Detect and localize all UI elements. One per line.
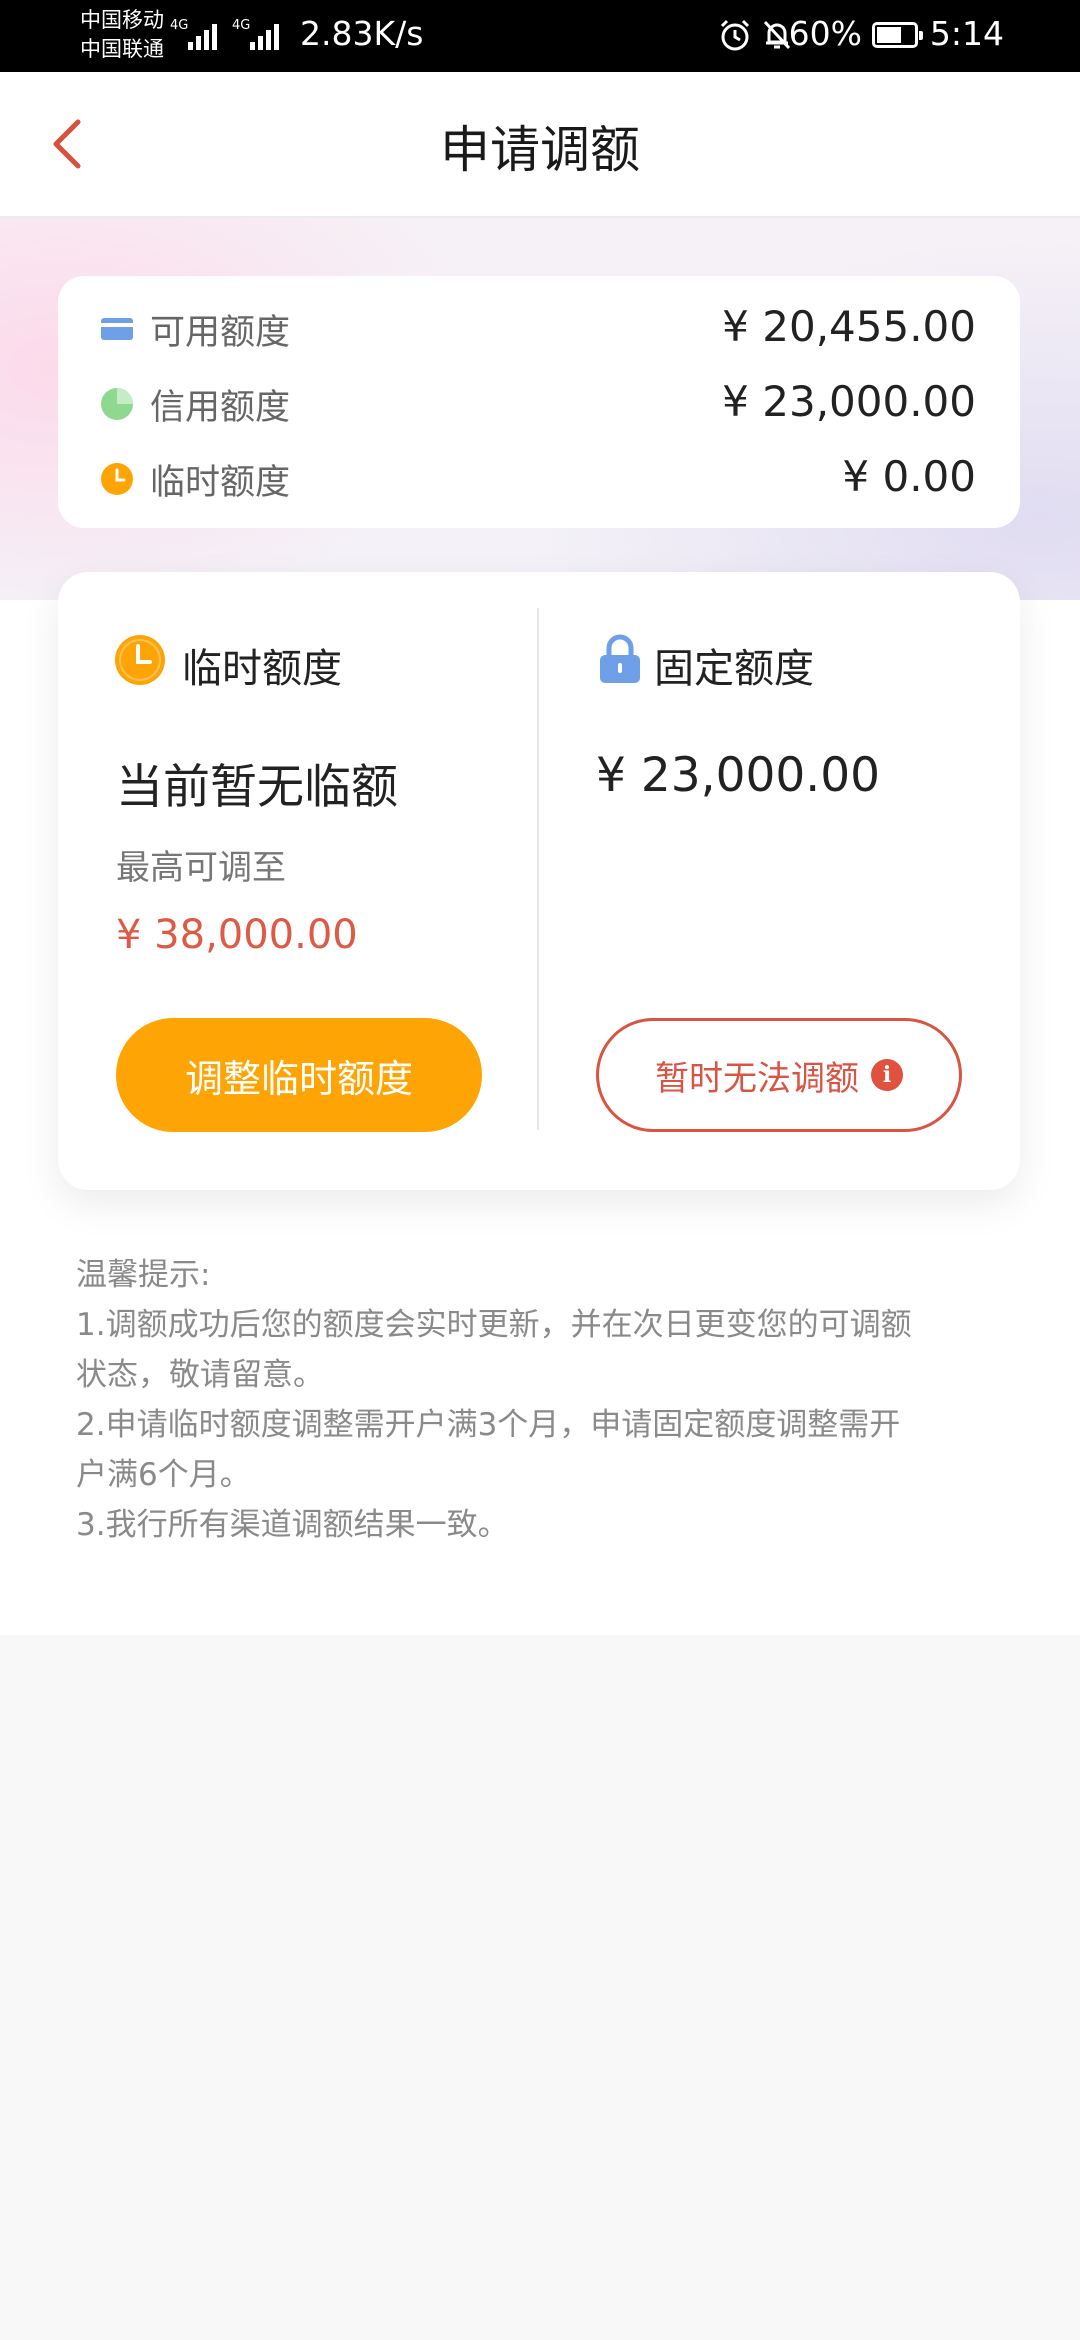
- summary-row-credit: 信用额度 ¥ 23,000.00: [58, 373, 1020, 433]
- summary-label: 可用额度: [150, 313, 291, 353]
- column-divider: [537, 608, 539, 1130]
- summary-label: 信用额度: [150, 388, 291, 428]
- status-bar: 中国移动 中国联通 4G 4G 2.83K/s 60% 5:14: [0, 0, 1080, 72]
- clock-time: 5:14: [929, 14, 1004, 53]
- fixed-limit-title: 固定额度: [654, 646, 814, 692]
- max-adjust-value: ¥ 38,000.00: [116, 912, 358, 958]
- alarm-icon: [720, 19, 750, 51]
- tip-line: 户满6个月。: [76, 1457, 251, 1493]
- battery-percent: 60%: [788, 14, 862, 53]
- clock-icon: [115, 635, 165, 685]
- page-title: 申请调额: [440, 121, 640, 179]
- adjust-limit-card: 临时额度 当前暂无临额 最高可调至 ¥ 38,000.00 调整临时额度 固定额…: [58, 572, 1020, 1190]
- credit-summary-card: 可用额度 ¥ 20,455.00 信用额度 ¥ 23,000.00 临时额度 ¥…: [58, 276, 1020, 528]
- tip-line: 2.申请临时额度调整需开户满3个月，申请固定额度调整需开: [76, 1407, 901, 1443]
- signal-1-icon: [188, 20, 224, 50]
- network-type-1: 4G: [170, 18, 189, 33]
- carrier-2: 中国联通: [80, 37, 164, 61]
- network-speed: 2.83K/s: [300, 14, 424, 53]
- summary-label: 临时额度: [150, 463, 291, 503]
- cannot-adjust-button[interactable]: 暂时无法调额 i: [596, 1018, 962, 1132]
- tip-line: 1.调额成功后您的额度会实时更新，并在次日更变您的可调额: [76, 1307, 912, 1343]
- summary-value: ¥ 23,000.00: [722, 377, 976, 426]
- summary-row-temporary: 临时额度 ¥ 0.00: [58, 448, 1020, 508]
- summary-value: ¥ 0.00: [842, 452, 976, 501]
- pie-icon: [101, 388, 133, 420]
- tips-title: 温馨提示:: [76, 1257, 211, 1293]
- clock-icon: [101, 463, 133, 495]
- adjust-temporary-limit-button[interactable]: 调整临时额度: [116, 1018, 482, 1132]
- battery-icon: [872, 22, 923, 48]
- temporary-limit-title: 临时额度: [182, 646, 342, 692]
- carrier-1: 中国移动: [80, 8, 164, 32]
- card-icon: [101, 318, 133, 340]
- tips-section: 温馨提示: 1.调额成功后您的额度会实时更新，并在次日更变您的可调额 状态，敬请…: [76, 1250, 1016, 1550]
- tip-line: 3.我行所有渠道调额结果一致。: [76, 1507, 509, 1543]
- fixed-limit-amount: ¥ 23,000.00: [596, 748, 881, 803]
- nav-header: 申请调额: [0, 72, 1080, 218]
- max-adjust-label: 最高可调至: [116, 848, 286, 888]
- temporary-current-status: 当前暂无临额: [116, 760, 398, 815]
- network-type-2: 4G: [232, 18, 251, 33]
- signal-2-icon: [250, 20, 286, 50]
- tip-line: 状态，敬请留意。: [76, 1357, 324, 1393]
- summary-value: ¥ 20,455.00: [722, 302, 976, 351]
- summary-row-available: 可用额度 ¥ 20,455.00: [58, 298, 1020, 358]
- info-icon[interactable]: i: [871, 1059, 903, 1091]
- lock-icon: [600, 634, 640, 683]
- cannot-adjust-label: 暂时无法调额: [655, 1058, 859, 1099]
- carrier-names: 中国移动 中国联通: [80, 6, 164, 64]
